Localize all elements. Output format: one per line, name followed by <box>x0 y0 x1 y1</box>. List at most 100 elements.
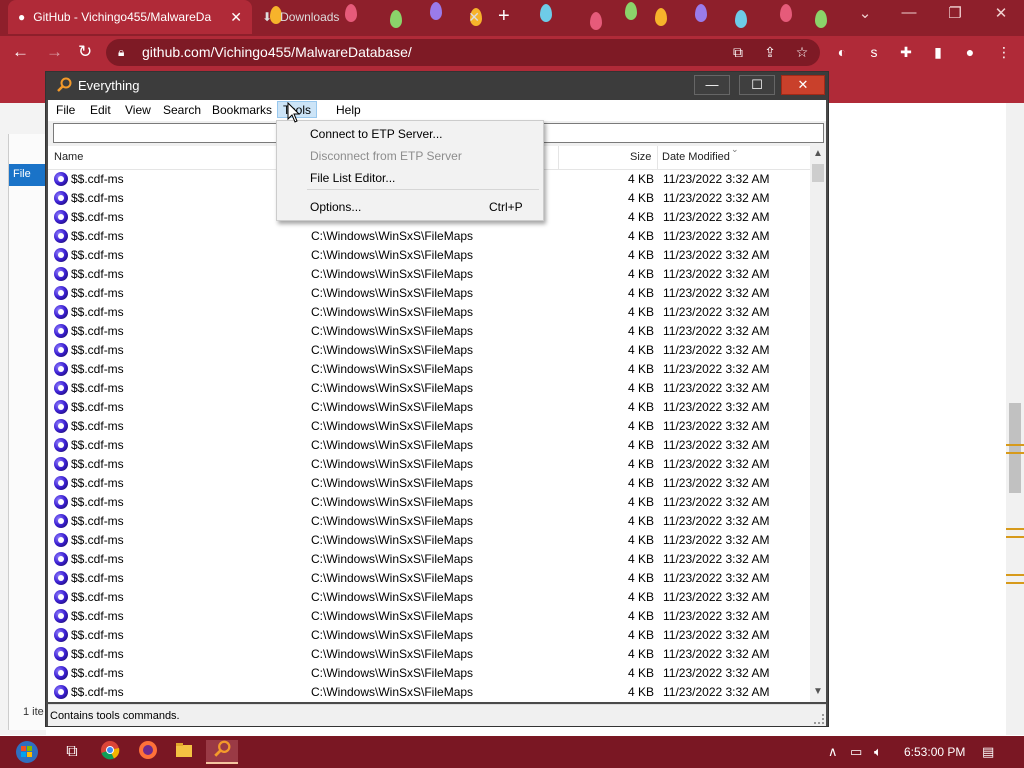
menu-edit[interactable]: Edit <box>85 103 116 120</box>
menu-item-label: File List Editor... <box>310 171 396 185</box>
file-size: 4 KB <box>627 609 654 623</box>
tab-downloads[interactable]: ⬇ Downloads ✕ <box>252 0 490 34</box>
table-row[interactable]: $$.cdf-ms C:\Windows\WinSxS\FileMaps 4 KB 1… <box>48 531 810 550</box>
column-name[interactable]: Name <box>54 151 83 163</box>
item-count: 1 ite <box>23 706 44 718</box>
close-button[interactable]: ✕ <box>781 75 825 95</box>
star-icon[interactable]: ☆ <box>792 42 812 62</box>
volume-icon[interactable]: 🔈︎ <box>874 744 882 760</box>
restore-icon[interactable]: ❐ <box>932 4 978 22</box>
table-row[interactable]: $$.cdf-ms C:\Windows\WinSxS\FileMaps 4 KB 1… <box>48 683 810 702</box>
column-divider[interactable] <box>657 146 658 170</box>
table-row[interactable]: $$.cdf-ms C:\Windows\WinSxS\FileMaps 4 KB 1… <box>48 265 810 284</box>
new-tab-button[interactable]: + <box>498 6 510 26</box>
table-row[interactable]: $$.cdf-ms C:\Windows\WinSxS\FileMaps 4 KB 1… <box>48 303 810 322</box>
table-row[interactable]: $$.cdf-ms C:\Windows\WinSxS\FileMaps 4 KB 1… <box>48 417 810 436</box>
chevron-up-icon[interactable]: ∧ <box>828 744 838 760</box>
firefox-logo <box>139 741 157 759</box>
menu-item-options[interactable]: Options... Ctrl+P <box>277 195 543 217</box>
ribbon-file-tab[interactable]: File <box>9 164 47 186</box>
scroll-up-icon[interactable]: ▲ <box>810 148 826 162</box>
table-row[interactable]: $$.cdf-ms C:\Windows\WinSxS\FileMaps 4 KB 1… <box>48 588 810 607</box>
minimize-button[interactable]: — <box>694 75 730 95</box>
extension-s-icon[interactable]: s <box>864 42 884 62</box>
menu-item-file-list-editor[interactable]: File List Editor... <box>277 166 543 188</box>
network-icon[interactable]: ▭ <box>850 744 862 760</box>
file-size: 4 KB <box>627 571 654 585</box>
menu-file[interactable]: File <box>51 103 80 120</box>
table-row[interactable]: $$.cdf-ms C:\Windows\WinSxS\FileMaps 4 KB 1… <box>48 284 810 303</box>
table-row[interactable]: $$.cdf-ms C:\Windows\WinSxS\FileMaps 4 KB 1… <box>48 360 810 379</box>
menu-bookmarks[interactable]: Bookmarks <box>207 103 277 120</box>
back-icon[interactable]: ← <box>12 42 29 62</box>
file-name: $$.cdf-ms <box>71 400 124 414</box>
sidebar-icon[interactable]: ▮ <box>928 42 948 62</box>
chrome-icon[interactable] <box>98 740 122 764</box>
table-row[interactable]: $$.cdf-ms C:\Windows\WinSxS\FileMaps 4 KB 1… <box>48 569 810 588</box>
url-text: github.com/Vichingo455/MalwareDatabase/ <box>142 44 412 60</box>
close-icon[interactable]: ✕ <box>978 4 1024 22</box>
share-icon[interactable]: ⇪ <box>760 42 780 62</box>
table-row[interactable]: $$.cdf-ms C:\Windows\WinSxS\FileMaps 4 KB 1… <box>48 379 810 398</box>
table-row[interactable]: $$.cdf-ms C:\Windows\WinSxS\FileMaps 4 KB 1… <box>48 398 810 417</box>
page-scrollbar[interactable] <box>1006 103 1024 735</box>
everything-icon[interactable] <box>206 740 238 764</box>
table-row[interactable]: $$.cdf-ms C:\Windows\WinSxS\FileMaps 4 KB 1… <box>48 512 810 531</box>
results-scrollbar[interactable]: ▲ ▼ <box>810 146 826 702</box>
scroll-thumb[interactable] <box>812 164 824 182</box>
table-row[interactable]: $$.cdf-ms C:\Windows\WinSxS\FileMaps 4 KB 1… <box>48 341 810 360</box>
start-icon[interactable] <box>10 740 44 764</box>
file-icon <box>54 400 68 414</box>
reload-icon[interactable]: ↻ <box>78 42 92 62</box>
address-bar[interactable]: 🔒︎ github.com/Vichingo455/MalwareDatabas… <box>106 39 820 66</box>
table-row[interactable]: $$.cdf-ms C:\Windows\WinSxS\FileMaps 4 KB 1… <box>48 626 810 645</box>
menu-view[interactable]: View <box>120 103 156 120</box>
profile-icon[interactable]: ● <box>960 42 980 62</box>
column-size[interactable]: Size <box>630 151 651 163</box>
table-row[interactable]: $$.cdf-ms C:\Windows\WinSxS\FileMaps 4 KB 1… <box>48 550 810 569</box>
file-date: 11/23/2022 3:32 AM <box>663 476 770 490</box>
chevron-down-icon[interactable]: ⌄ <box>842 4 888 22</box>
file-date: 11/23/2022 3:32 AM <box>663 381 770 395</box>
table-row[interactable]: $$.cdf-ms C:\Windows\WinSxS\FileMaps 4 KB 1… <box>48 436 810 455</box>
table-row[interactable]: $$.cdf-ms C:\Windows\WinSxS\FileMaps 4 KB 1… <box>48 227 810 246</box>
close-tab-icon[interactable]: ✕ <box>468 9 480 26</box>
task-view-icon[interactable]: ⧉ <box>60 740 84 764</box>
extension-flag-icon[interactable]: ◐ <box>832 42 852 62</box>
extensions-icon[interactable]: ✚ <box>896 42 916 62</box>
maximize-button[interactable]: ☐ <box>739 75 775 95</box>
forward-icon[interactable]: → <box>46 42 63 62</box>
table-row[interactable]: $$.cdf-ms C:\Windows\WinSxS\FileMaps 4 KB 1… <box>48 474 810 493</box>
table-row[interactable]: $$.cdf-ms C:\Windows\WinSxS\FileMaps 4 KB 1… <box>48 246 810 265</box>
table-row[interactable]: $$.cdf-ms C:\Windows\WinSxS\FileMaps 4 KB 1… <box>48 664 810 683</box>
file-icon <box>54 514 68 528</box>
firefox-icon[interactable] <box>136 740 160 764</box>
file-explorer-icon[interactable] <box>172 740 196 764</box>
menu-item-connect-etp[interactable]: Connect to ETP Server... <box>277 122 543 144</box>
column-date-modified[interactable]: Date Modified <box>662 151 730 163</box>
file-path: C:\Windows\WinSxS\FileMaps <box>311 666 474 680</box>
menu-help[interactable]: Help <box>331 103 366 120</box>
column-divider[interactable] <box>558 146 559 170</box>
file-path: C:\Windows\WinSxS\FileMaps <box>311 381 474 395</box>
chrome-logo <box>101 741 120 760</box>
clock[interactable]: 6:53:00 PM <box>904 745 965 759</box>
folder-logo <box>176 743 192 757</box>
table-row[interactable]: $$.cdf-ms C:\Windows\WinSxS\FileMaps 4 KB 1… <box>48 607 810 626</box>
file-icon <box>54 685 68 699</box>
table-row[interactable]: $$.cdf-ms C:\Windows\WinSxS\FileMaps 4 KB 1… <box>48 455 810 474</box>
title-bar[interactable]: Everything — ☐ ✕ <box>46 72 828 100</box>
minimize-icon[interactable]: — <box>886 4 932 21</box>
table-row[interactable]: $$.cdf-ms C:\Windows\WinSxS\FileMaps 4 KB 1… <box>48 645 810 664</box>
notification-icon[interactable]: ▤ <box>982 744 994 760</box>
menu-search[interactable]: Search <box>158 103 206 120</box>
table-row[interactable]: $$.cdf-ms C:\Windows\WinSxS\FileMaps 4 KB 1… <box>48 322 810 341</box>
tab-github[interactable]: ● GitHub - Vichingo455/MalwareDa ✕ <box>8 0 252 34</box>
file-path: C:\Windows\WinSxS\FileMaps <box>311 457 474 471</box>
menu-icon[interactable]: ⋮ <box>994 42 1014 62</box>
close-tab-icon[interactable]: ✕ <box>230 9 242 26</box>
scroll-down-icon[interactable]: ▼ <box>810 686 826 700</box>
resize-grip-icon[interactable] <box>814 714 824 724</box>
table-row[interactable]: $$.cdf-ms C:\Windows\WinSxS\FileMaps 4 KB 1… <box>48 493 810 512</box>
install-icon[interactable]: ⧉ <box>728 42 748 62</box>
